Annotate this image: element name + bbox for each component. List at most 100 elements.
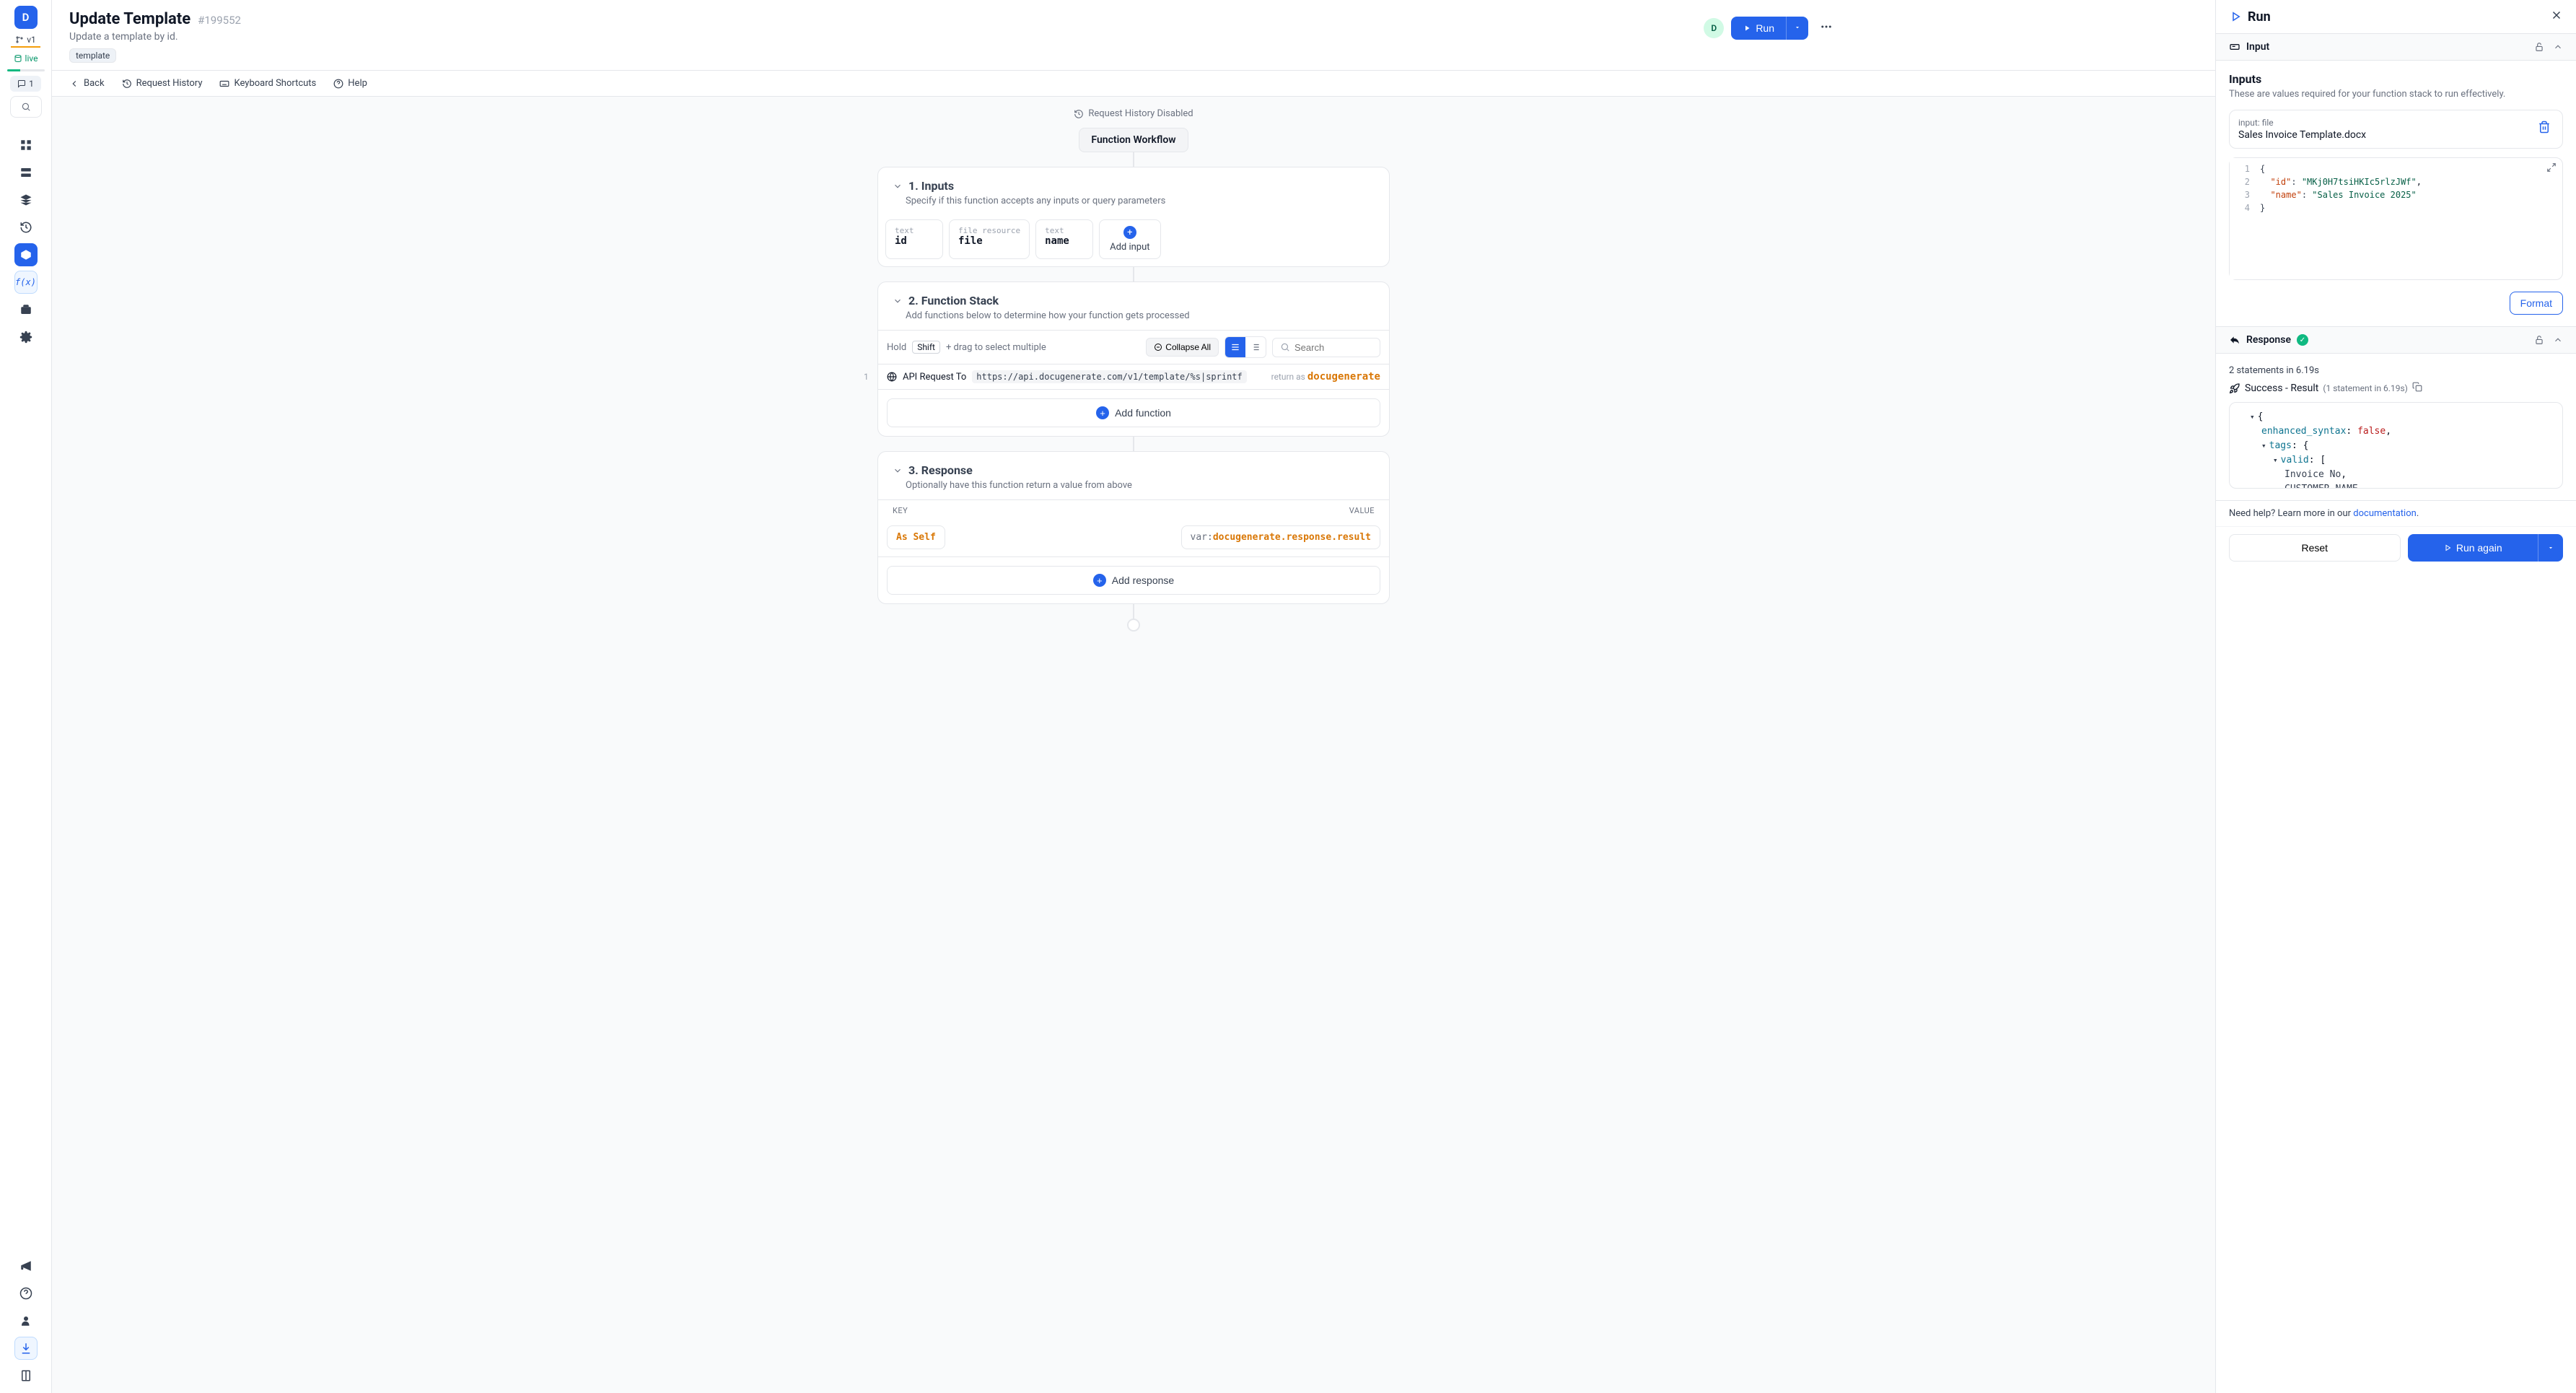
page-title: Update Template <box>69 10 190 28</box>
help-label: Help <box>348 78 367 89</box>
view-numbered[interactable] <box>1245 337 1266 357</box>
comment-icon <box>17 79 26 88</box>
shift-key: Shift <box>912 341 940 354</box>
run-again-dropdown[interactable] <box>2538 534 2563 562</box>
workspace-avatar[interactable]: D <box>14 6 38 29</box>
workflow-chip[interactable]: Function Workflow <box>1079 128 1188 152</box>
response-key[interactable]: As Self <box>887 525 945 549</box>
inputs-toggle[interactable]: 1. Inputs <box>893 179 1375 193</box>
row-label: API Request To <box>903 372 966 383</box>
input-pill-file[interactable]: file resource file <box>949 219 1030 259</box>
stack-search[interactable] <box>1272 338 1380 357</box>
response-toggle[interactable]: 3. Response <box>893 463 1375 477</box>
reset-button[interactable]: Reset <box>2229 534 2401 562</box>
back-button[interactable]: Back <box>69 78 105 89</box>
nav-settings[interactable] <box>14 326 38 349</box>
request-history-button[interactable]: Request History <box>122 78 203 89</box>
nav-user[interactable] <box>14 1309 38 1332</box>
current-user-avatar[interactable]: D <box>1704 18 1724 38</box>
env-tag[interactable]: live <box>9 52 43 65</box>
delete-file-button[interactable] <box>2535 118 2554 139</box>
stack-toggle[interactable]: 2. Function Stack <box>893 294 1375 307</box>
server-icon <box>19 166 32 179</box>
val-var: docugenerate.response.result <box>1213 532 1371 543</box>
nav-storage[interactable] <box>14 298 38 321</box>
file-input-box: input: file Sales Invoice Template.docx <box>2229 110 2563 149</box>
success-badge: ✓ <box>2297 334 2308 346</box>
code-content[interactable]: { "id": "MKj0H7tsiHKIc5rlzJWf", "name": … <box>2254 158 2427 279</box>
nav-database[interactable] <box>14 161 38 184</box>
add-input-button[interactable]: + Add input <box>1099 219 1160 259</box>
stack-row[interactable]: 1 API Request To https://api.docugenerat… <box>878 364 1389 389</box>
run-again-group: Run again <box>2408 534 2564 562</box>
run-button[interactable]: Run <box>1731 17 1786 40</box>
return-var: docugenerate <box>1307 371 1380 383</box>
hold-label: Hold <box>887 342 906 353</box>
input-section-head[interactable]: Input <box>2216 33 2576 61</box>
input-type: text <box>1045 226 1084 235</box>
comments-chip[interactable]: 1 <box>10 76 41 92</box>
return-as: return as <box>1271 372 1305 382</box>
inputs-row: text id file resource file text name + <box>878 215 1389 266</box>
chevron-up-icon[interactable] <box>2553 335 2563 345</box>
expand-editor-button[interactable] <box>2546 162 2557 175</box>
copy-button[interactable] <box>2412 382 2422 395</box>
view-list[interactable] <box>1225 337 1245 357</box>
more-button[interactable] <box>1815 16 1837 40</box>
nav-announce[interactable] <box>14 1254 38 1278</box>
play-outline-icon <box>2229 10 2242 23</box>
shortcuts-button[interactable]: Keyboard Shortcuts <box>219 78 316 89</box>
nav-dashboard[interactable] <box>14 134 38 157</box>
add-response-button[interactable]: + Add response <box>887 566 1380 595</box>
help-icon <box>333 79 343 89</box>
panel-title: Run <box>2248 9 2271 25</box>
toolbar: Back Request History Keyboard Shortcuts … <box>52 70 2215 97</box>
nav-library[interactable] <box>14 243 38 266</box>
response-json[interactable]: ▾{ enhanced_syntax: false, ▾tags: { ▾val… <box>2229 402 2563 489</box>
rail-search-button[interactable] <box>10 96 42 118</box>
nav-function[interactable]: f(x) <box>14 271 38 294</box>
gear-icon <box>19 331 32 344</box>
documentation-link[interactable]: documentation <box>2353 508 2417 519</box>
run-again-button[interactable]: Run again <box>2408 534 2538 562</box>
keyboard-icon <box>219 79 229 89</box>
tag-badge[interactable]: template <box>69 48 116 63</box>
input-name: id <box>895 235 934 247</box>
close-panel-button[interactable] <box>2550 9 2563 25</box>
response-value[interactable]: var:docugenerate.response.result <box>1181 525 1380 549</box>
json-input-editor[interactable]: 1234 { "id": "MKj0H7tsiHKIc5rlzJWf", "na… <box>2229 157 2563 280</box>
run-label: Run <box>1756 22 1774 34</box>
user-icon <box>19 1314 32 1327</box>
history-label: Request History <box>136 78 203 89</box>
canvas: Request History Disabled Function Workfl… <box>52 97 2215 1393</box>
unlock-icon[interactable] <box>2534 335 2544 345</box>
response-section-head[interactable]: Response ✓ <box>2216 326 2576 354</box>
help-button[interactable]: Help <box>333 78 367 89</box>
branch-tag[interactable]: v1 <box>11 33 40 48</box>
collapse-all-button[interactable]: Collapse All <box>1146 338 1219 357</box>
response-desc: Optionally have this function return a v… <box>906 480 1375 491</box>
nav-docs[interactable] <box>14 1364 38 1387</box>
file-label: input: file <box>2238 118 2535 128</box>
stack-search-input[interactable] <box>1294 342 1372 353</box>
nav-download[interactable] <box>14 1337 38 1360</box>
chevron-left-icon <box>69 79 79 89</box>
response-section-body: 2 statements in 6.19s Success - Result (… <box>2216 354 2576 500</box>
reply-icon <box>2229 334 2240 346</box>
unlock-icon[interactable] <box>2534 42 2544 52</box>
nav-history[interactable] <box>14 216 38 239</box>
input-pill-id[interactable]: text id <box>885 219 943 259</box>
page-subtitle: Update a template by id. <box>69 31 2198 43</box>
nav-layers[interactable] <box>14 188 38 211</box>
chevron-up-icon[interactable] <box>2553 42 2563 52</box>
file-name: Sales Invoice Template.docx <box>2238 129 2535 141</box>
row-url: https://api.docugenerate.com/v1/template… <box>972 370 1246 383</box>
key-header: KEY <box>893 506 908 515</box>
run-dropdown[interactable] <box>1786 17 1808 40</box>
back-label: Back <box>84 78 105 89</box>
format-button[interactable]: Format <box>2510 292 2563 315</box>
help-line: Need help? Learn more in our documentati… <box>2216 500 2576 526</box>
input-pill-name[interactable]: text name <box>1035 219 1093 259</box>
add-function-button[interactable]: + Add function <box>887 398 1380 427</box>
nav-help[interactable] <box>14 1282 38 1305</box>
